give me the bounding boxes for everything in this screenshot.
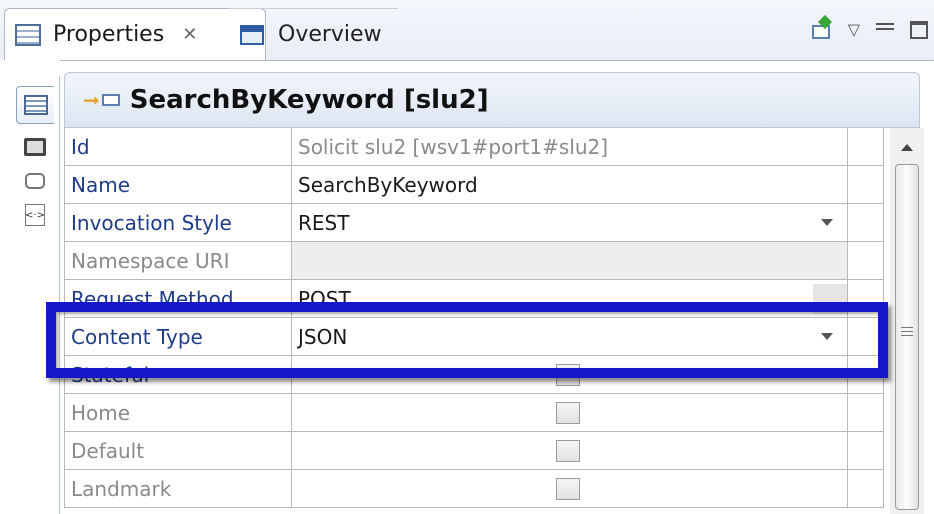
property-extra-cell (848, 242, 884, 280)
table-row: Content Type JSON (64, 318, 884, 356)
page-title: SearchByKeyword [slu2] (129, 85, 489, 115)
scroll-up-icon[interactable] (901, 144, 913, 151)
tab-properties-label: Properties (53, 22, 165, 47)
property-label: Namespace URI (64, 242, 292, 280)
table-row: Id Solicit slu2 [wsv1#port1#slu2] (64, 128, 884, 166)
view-tab-strip: Properties ✕ Overview ▽ (0, 0, 934, 61)
namespace-uri-field (292, 242, 848, 280)
property-extra-cell (848, 128, 884, 166)
property-label: Stateful (64, 356, 292, 394)
side-tab-comment[interactable] (16, 162, 54, 200)
property-extra-cell (848, 166, 884, 204)
table-row: Home (64, 394, 884, 432)
property-label: Home (64, 394, 292, 432)
speech-bubble-icon (25, 173, 45, 189)
table-row: Stateful (64, 356, 884, 394)
property-extra-cell (848, 318, 884, 356)
table-row: Name SearchByKeyword (64, 166, 884, 204)
close-icon[interactable]: ✕ (182, 24, 197, 45)
table-icon (23, 95, 48, 115)
property-extra-cell (848, 280, 884, 318)
property-extra-cell (848, 432, 884, 470)
properties-header: ➞ SearchByKeyword [slu2] (64, 72, 920, 128)
pin-icon[interactable] (811, 21, 832, 39)
property-value (292, 394, 848, 432)
side-tab-source[interactable]: <·> (16, 196, 54, 234)
dropdown-button[interactable] (813, 284, 847, 314)
tab-overview[interactable]: Overview (228, 8, 398, 60)
solicit-operation-icon: ➞ (83, 88, 120, 112)
property-value (292, 356, 848, 394)
property-label: Invocation Style (64, 204, 292, 242)
chevron-down-icon[interactable] (821, 333, 833, 340)
property-extra-cell (848, 356, 884, 394)
side-tab-divider (59, 76, 60, 514)
tab-properties[interactable]: Properties ✕ (4, 8, 266, 60)
properties-icon (15, 23, 41, 46)
stateful-checkbox[interactable] (556, 364, 580, 386)
overview-icon (240, 24, 264, 45)
invocation-style-value: REST (298, 210, 350, 235)
property-label: Request Method (64, 280, 292, 318)
property-label: Landmark (64, 470, 292, 508)
home-checkbox (556, 402, 580, 424)
table-row: Namespace URI (64, 242, 884, 280)
content-type-select[interactable]: JSON (292, 318, 848, 356)
property-label: Default (64, 432, 292, 470)
property-value (292, 432, 848, 470)
side-tab-monitor[interactable] (16, 128, 54, 166)
side-tab-bar: <·> (0, 60, 60, 514)
grip-icon (901, 327, 913, 336)
property-label: Content Type (64, 318, 292, 356)
table-row: Default (64, 432, 884, 470)
side-tab-properties[interactable] (16, 86, 54, 124)
property-value (292, 470, 848, 508)
property-value: Solicit slu2 [wsv1#port1#slu2] (292, 128, 848, 166)
properties-panel: ➞ SearchByKeyword [slu2] Id Solicit slu2… (64, 72, 934, 514)
landmark-checkbox (556, 478, 580, 500)
content-type-value: JSON (298, 324, 348, 349)
scrollbar-thumb[interactable] (895, 164, 919, 510)
chevron-down-icon[interactable] (821, 219, 833, 226)
request-method-value: POST (298, 286, 351, 311)
minimize-icon[interactable] (876, 23, 894, 30)
property-label: Name (64, 166, 292, 204)
invocation-style-select[interactable]: REST (292, 204, 848, 242)
view-actions: ▽ (811, 20, 928, 39)
table-row: Invocation Style REST (64, 204, 884, 242)
maximize-icon[interactable] (910, 20, 928, 39)
request-method-select[interactable]: POST (292, 280, 848, 318)
name-field[interactable]: SearchByKeyword (292, 166, 848, 204)
default-checkbox (556, 440, 580, 462)
table-row: Request Method POST (64, 280, 884, 318)
tab-overview-label: Overview (278, 22, 382, 47)
property-label: Id (64, 128, 292, 166)
view-menu-icon[interactable]: ▽ (848, 20, 860, 39)
monitor-icon (24, 138, 46, 156)
property-extra-cell (848, 204, 884, 242)
code-icon: <·> (25, 204, 45, 226)
property-extra-cell (848, 470, 884, 508)
property-extra-cell (848, 394, 884, 432)
vertical-scrollbar[interactable] (890, 128, 924, 514)
table-row: Landmark (64, 470, 884, 508)
